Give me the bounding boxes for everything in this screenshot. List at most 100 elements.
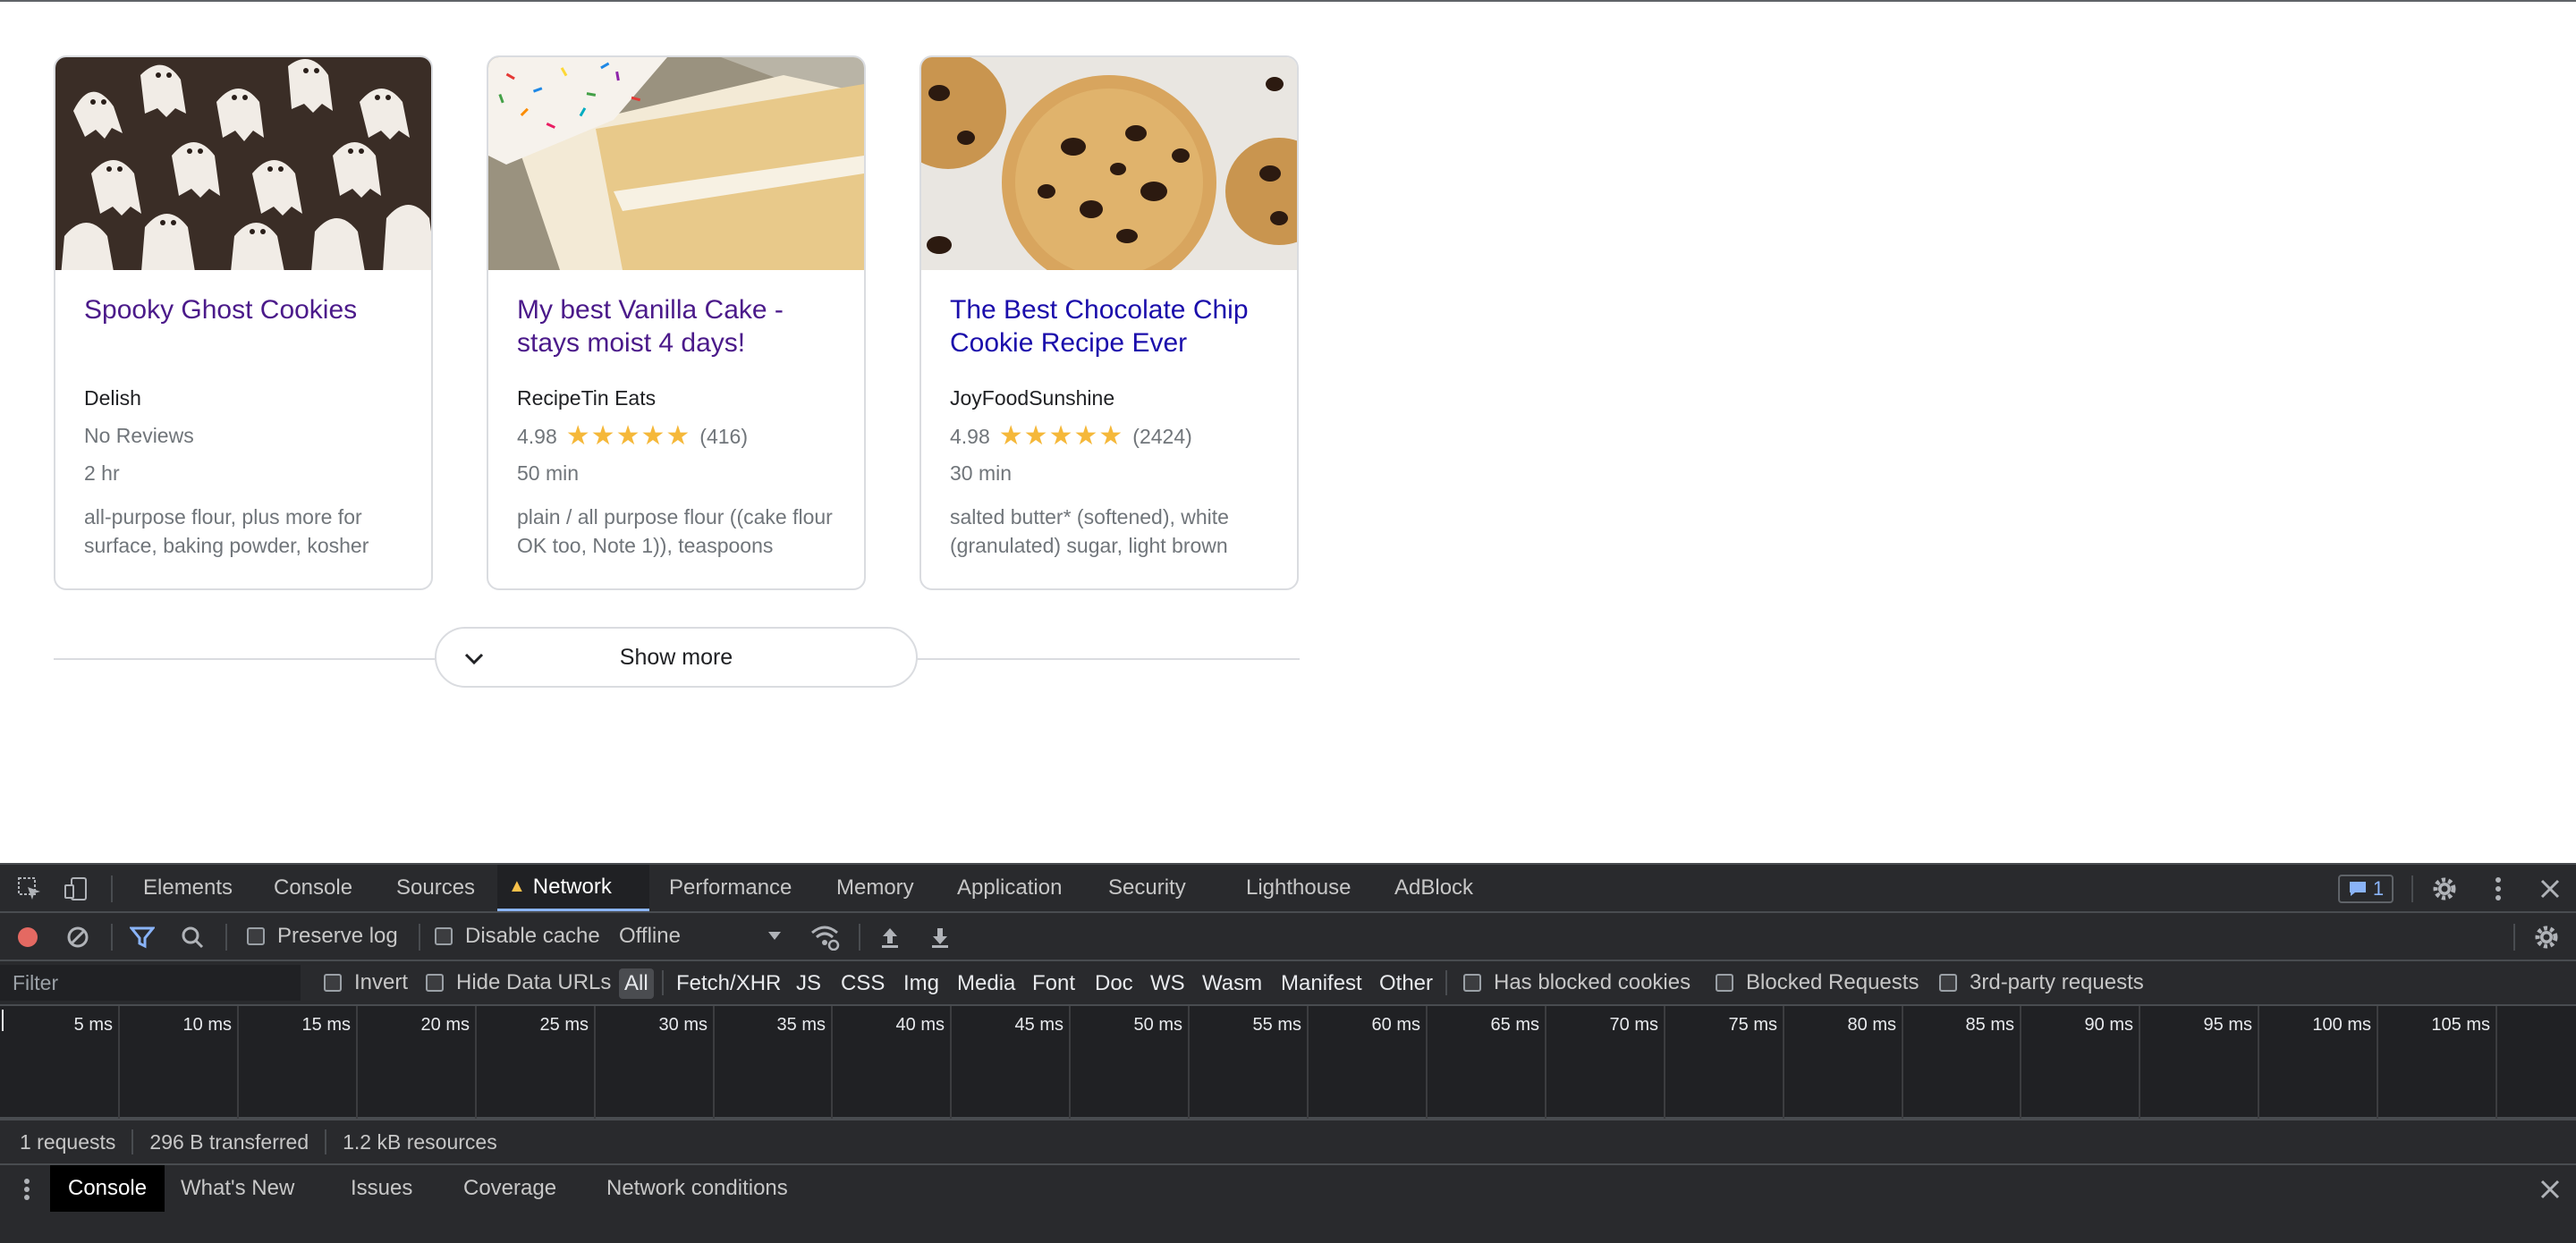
top-divider bbox=[0, 0, 2576, 2]
recipe-title[interactable]: The Best Chocolate Chip Cookie Recipe Ev… bbox=[950, 293, 1283, 359]
search-results-page: Spooky Ghost Cookies Delish No Reviews 2… bbox=[0, 0, 2576, 863]
recipe-image-ghost-cookies[interactable] bbox=[55, 57, 431, 270]
tab-application[interactable]: Application bbox=[946, 865, 1072, 911]
recipe-title[interactable]: My best Vanilla Cake - stays moist 4 day… bbox=[517, 293, 850, 359]
drawer-tab-whats-new[interactable]: What's New bbox=[163, 1165, 312, 1212]
network-settings-gear-icon[interactable] bbox=[2531, 922, 2562, 952]
type-filter-media[interactable]: Media bbox=[952, 968, 1021, 999]
checkbox[interactable] bbox=[435, 927, 453, 945]
clear-icon[interactable] bbox=[64, 924, 91, 951]
type-filter-font[interactable]: Font bbox=[1027, 968, 1080, 999]
timeline-tick-label: 105 ms bbox=[2431, 1015, 2490, 1035]
timeline-gridline bbox=[2258, 1006, 2259, 1119]
type-filter-wasm[interactable]: Wasm bbox=[1197, 968, 1267, 999]
search-icon[interactable] bbox=[179, 924, 206, 951]
type-filter-manifest[interactable]: Manifest bbox=[1275, 968, 1368, 999]
hide-data-urls-checkbox[interactable]: Hide Data URLs bbox=[426, 961, 611, 1004]
star-icon: ★ bbox=[998, 421, 1023, 451]
recipe-source: RecipeTin Eats bbox=[517, 386, 657, 410]
drawer-tab-issues[interactable]: Issues bbox=[333, 1165, 430, 1212]
tab-performance[interactable]: Performance bbox=[658, 865, 802, 911]
settings-gear-icon[interactable] bbox=[2429, 874, 2460, 904]
recipe-card[interactable]: My best Vanilla Cake - stays moist 4 day… bbox=[487, 55, 866, 590]
recipe-time: 2 hr bbox=[84, 461, 120, 485]
timeline-gridline bbox=[237, 1006, 239, 1119]
tab-lighthouse[interactable]: Lighthouse bbox=[1235, 865, 1361, 911]
issues-badge[interactable]: 1 bbox=[2338, 875, 2394, 903]
network-summary-bar: 1 requests 296 B transferred 1.2 kB reso… bbox=[0, 1119, 2576, 1163]
has-blocked-cookies-checkbox[interactable]: Has blocked cookies bbox=[1463, 961, 1690, 1004]
invert-checkbox[interactable]: Invert bbox=[324, 961, 408, 1004]
checkbox[interactable] bbox=[324, 974, 342, 992]
device-toolbar-icon[interactable] bbox=[63, 875, 89, 902]
type-filter-fetch-xhr[interactable]: Fetch/XHR bbox=[671, 968, 786, 999]
checkbox[interactable] bbox=[1463, 974, 1481, 992]
timeline-cursor[interactable] bbox=[2, 1010, 4, 1031]
drawer-tab-console[interactable]: Console bbox=[50, 1165, 165, 1212]
checkbox[interactable] bbox=[1716, 974, 1733, 992]
type-filter-other[interactable]: Other bbox=[1374, 968, 1438, 999]
invert-label: Invert bbox=[354, 970, 409, 994]
recipe-title[interactable]: Spooky Ghost Cookies bbox=[84, 293, 417, 326]
record-icon[interactable] bbox=[14, 924, 41, 951]
tab-adblock[interactable]: AdBlock bbox=[1384, 865, 1484, 911]
timeline-gridline bbox=[2020, 1006, 2021, 1119]
network-timeline-overview[interactable]: 5 ms 10 ms 15 ms 20 ms 25 ms 30 ms 35 ms 40 ms 4… bbox=[0, 1006, 2576, 1119]
export-har-icon[interactable] bbox=[927, 924, 953, 951]
drawer-menu-icon[interactable] bbox=[18, 1174, 36, 1205]
type-filter-js[interactable]: JS bbox=[791, 968, 826, 999]
timeline-gridline bbox=[118, 1006, 120, 1119]
close-devtools-icon[interactable] bbox=[2535, 874, 2565, 904]
network-conditions-icon[interactable] bbox=[809, 922, 841, 952]
close-drawer-icon[interactable] bbox=[2535, 1174, 2565, 1205]
timeline-tick-label: 20 ms bbox=[420, 1015, 470, 1035]
blocked-requests-checkbox[interactable]: Blocked Requests bbox=[1716, 961, 1919, 1004]
filter-icon[interactable] bbox=[129, 924, 156, 951]
import-har-icon[interactable] bbox=[877, 924, 903, 951]
recipe-card[interactable]: Spooky Ghost Cookies Delish No Reviews 2… bbox=[54, 55, 433, 590]
disable-cache-checkbox[interactable]: Disable cache bbox=[435, 913, 600, 960]
throttling-select[interactable]: Offline bbox=[619, 913, 798, 960]
star-rating: ★ ★ ★ ★ ★ bbox=[998, 421, 1124, 451]
inspect-element-icon[interactable] bbox=[16, 875, 43, 902]
tab-memory[interactable]: Memory bbox=[826, 865, 925, 911]
recipe-image-chocolate-chip-cookie[interactable] bbox=[921, 57, 1297, 270]
tab-console[interactable]: Console bbox=[263, 865, 363, 911]
recipe-card[interactable]: The Best Chocolate Chip Cookie Recipe Ev… bbox=[919, 55, 1299, 590]
checkbox[interactable] bbox=[426, 974, 444, 992]
message-icon bbox=[2349, 882, 2366, 896]
star-icon: ★ bbox=[590, 421, 615, 451]
checkbox[interactable] bbox=[247, 927, 265, 945]
tab-security[interactable]: Security bbox=[1097, 865, 1197, 911]
type-filter-all[interactable]: All bbox=[619, 968, 654, 999]
preserve-log-checkbox[interactable]: Preserve log bbox=[247, 913, 398, 960]
star-icon: ★ bbox=[1098, 421, 1123, 451]
recipe-image-vanilla-cake[interactable] bbox=[488, 57, 864, 270]
timeline-tick-label: 45 ms bbox=[1014, 1015, 1063, 1035]
tab-elements[interactable]: Elements bbox=[132, 865, 243, 911]
show-more-button[interactable]: Show more bbox=[435, 627, 918, 688]
more-options-icon[interactable] bbox=[2483, 874, 2513, 904]
timeline-tick-label: 85 ms bbox=[1965, 1015, 2014, 1035]
star-icon: ★ bbox=[665, 421, 691, 451]
drawer-tab-network-conditions[interactable]: Network conditions bbox=[589, 1165, 806, 1212]
type-filter-img[interactable]: Img bbox=[898, 968, 945, 999]
timeline-tick-label: 95 ms bbox=[2203, 1015, 2252, 1035]
type-filter-ws[interactable]: WS bbox=[1145, 968, 1191, 999]
timeline-tick-label: 65 ms bbox=[1490, 1015, 1539, 1035]
type-filter-css[interactable]: CSS bbox=[835, 968, 890, 999]
timeline-tick-label: 35 ms bbox=[776, 1015, 826, 1035]
type-filter-doc[interactable]: Doc bbox=[1089, 968, 1139, 999]
timeline-gridline bbox=[1664, 1006, 1665, 1119]
checkbox[interactable] bbox=[1939, 974, 1957, 992]
star-icon: ★ bbox=[615, 421, 640, 451]
tab-network[interactable]: ▲ Network bbox=[497, 865, 649, 911]
filter-input[interactable] bbox=[0, 965, 301, 1001]
star-icon: ★ bbox=[1048, 421, 1073, 451]
timeline-tick-label: 15 ms bbox=[301, 1015, 351, 1035]
third-party-requests-checkbox[interactable]: 3rd-party requests bbox=[1939, 961, 2144, 1004]
tab-sources[interactable]: Sources bbox=[386, 865, 486, 911]
timeline-tick-label: 55 ms bbox=[1252, 1015, 1301, 1035]
drawer-tab-coverage[interactable]: Coverage bbox=[445, 1165, 574, 1212]
timeline-gridline bbox=[1069, 1006, 1071, 1119]
